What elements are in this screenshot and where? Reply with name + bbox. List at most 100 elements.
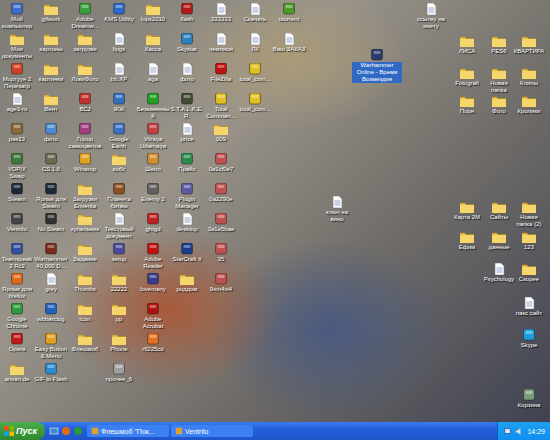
desktop-icon[interactable]: Флешмоб <box>68 332 102 362</box>
desktop-icon[interactable]: Google Earth <box>102 122 136 152</box>
desktop-icon[interactable]: 009 <box>204 122 238 152</box>
desktop-icon[interactable]: total_com... <box>238 62 272 92</box>
desktop-icon[interactable]: данные <box>482 230 516 260</box>
desktop-icon[interactable]: Скорее <box>512 262 546 292</box>
desktop-icon[interactable]: 22222 <box>102 272 136 302</box>
desktop-icon[interactable]: Сайты <box>482 200 516 230</box>
desktop-icon[interactable]: setup <box>102 242 136 272</box>
desktop-icon[interactable]: CS 1.6 <box>34 152 68 182</box>
desktop-icon[interactable]: фото <box>34 122 68 152</box>
desktop-icon[interactable]: desktop <box>170 212 204 242</box>
desktop-icon[interactable]: Новая папка (2) <box>512 200 546 230</box>
desktop-icon[interactable]: Задание <box>68 242 102 272</box>
desktop-icon[interactable]: Adobe Reader <box>136 242 170 272</box>
desktop-icon[interactable]: Ярлык для Steam <box>34 182 68 212</box>
desktop-icon[interactable]: Phone <box>102 332 136 362</box>
desktop-icon[interactable]: Мой компьютер <box>0 2 34 32</box>
desktop-icon[interactable]: Загрузки Enventa <box>68 182 102 212</box>
desktop-icon[interactable]: Прайс <box>170 152 204 182</box>
desktop-icon[interactable]: Ваш ЗАКАЗ <box>272 32 306 62</box>
desktop-icon[interactable]: rfl225cd <box>136 332 170 362</box>
desktop-icon[interactable]: ссылку на инету <box>414 2 448 32</box>
desktop-icon[interactable]: Winamp <box>68 152 102 182</box>
desktop-icon[interactable]: пакс сайт <box>512 296 546 326</box>
desktop-icon[interactable]: VDPIX Swap <box>0 152 34 182</box>
desktop-icon[interactable]: S.T.A.L.K.E.R. <box>170 92 204 122</box>
desktop-icon[interactable]: кобс <box>102 152 136 182</box>
desktop-icon[interactable]: pp <box>102 302 136 332</box>
desktop-icon[interactable]: купальник <box>68 212 102 242</box>
desktop-icon[interactable]: PES6 <box>482 34 516 64</box>
desktop-icon[interactable]: картоны <box>34 32 68 62</box>
desktop-icon[interactable]: Fotografi <box>450 66 484 96</box>
desktop-icon[interactable]: KMS Utility <box>102 2 136 32</box>
desktop-icon[interactable]: роддом <box>170 272 204 302</box>
desktop-icon[interactable]: 333333 <box>204 2 238 32</box>
desktop-icon[interactable]: total_com... <box>238 92 272 122</box>
desktop-icon[interactable]: Plugin Manager <box>170 182 204 212</box>
desktop-icon[interactable]: Adobe Dreamw... <box>68 2 102 32</box>
desktop-icon[interactable]: age3-ru <box>0 92 34 122</box>
desktop-icon[interactable]: Warhammer 40,000 D... <box>34 242 68 272</box>
desktop-icon[interactable]: Steam <box>0 182 34 212</box>
desktop-icon[interactable]: No Steam <box>34 212 68 242</box>
desktop-icon[interactable]: Вент <box>34 92 68 122</box>
desktop-icon[interactable]: ЖЖ <box>102 92 136 122</box>
network-icon[interactable] <box>503 427 512 436</box>
desktop-icon[interactable]: Thumbs <box>68 272 102 302</box>
desktop-icon[interactable]: FileZilla <box>204 62 238 92</box>
desktop-icon[interactable]: Total Comman... <box>204 92 238 122</box>
desktop-icon[interactable]: Ventrilo <box>0 212 34 242</box>
desktop-icon[interactable]: lovemany <box>136 272 170 302</box>
desktop-icon[interactable]: lipgs <box>102 32 136 62</box>
desktop-icon[interactable]: ЛК <box>238 32 272 62</box>
desktop-icon[interactable]: загрузки <box>68 32 102 62</box>
desktop-icon[interactable]: Google Chrome <box>0 302 34 332</box>
desktop-icon[interactable]: bb.XP <box>102 62 136 92</box>
desktop-icon[interactable]: Easy Button & Menu <box>34 332 68 362</box>
desktop-icon[interactable]: ghtgd <box>136 212 170 242</box>
volume-icon[interactable] <box>515 427 524 436</box>
desktop-icon[interactable]: чемпион <box>204 32 238 62</box>
desktop-icon[interactable]: Enemy 2 <box>136 182 170 212</box>
desktop-icon[interactable]: ЛИСА <box>450 34 484 64</box>
desktop-icon[interactable]: pas13 <box>0 122 34 152</box>
desktop-icon[interactable]: Фото <box>482 94 516 124</box>
desktop-icon[interactable]: Безымянный <box>136 92 170 122</box>
desktop-icon[interactable]: Мои документы <box>0 32 34 62</box>
desktop-icon[interactable]: Карта 2М <box>450 200 484 230</box>
desktop-icon[interactable]: картинки <box>34 62 68 92</box>
desktop-icon[interactable]: price <box>170 122 204 152</box>
desktop-icon[interactable]: anvan.de <box>0 362 34 392</box>
desktop-icon[interactable]: 3a1e5bae <box>204 212 238 242</box>
desktop-icon[interactable]: Ефим <box>450 230 484 260</box>
desktop-icon[interactable]: StarCraft II <box>170 242 204 272</box>
desktop-icon[interactable]: Касса <box>136 32 170 62</box>
desktop-icon[interactable]: Vitraya Udarnaya <box>136 122 170 152</box>
desktop-icon[interactable]: Город самоцветов <box>68 122 102 152</box>
desktop-icon[interactable]: wbbarclog <box>34 302 68 332</box>
desktop-shortcut-icon[interactable] <box>49 426 59 436</box>
desktop-icon[interactable]: Кролики <box>512 94 546 124</box>
desktop-icon[interactable]: ВСJ <box>68 92 102 122</box>
desktop-icon[interactable]: 9sm4xi4 <box>204 272 238 302</box>
desktop-icon[interactable]: Скачать <box>238 2 272 32</box>
task-button[interactable]: Флешмоб "Пок... <box>87 425 169 437</box>
desktop-icon[interactable]: ключ на вино <box>320 195 354 225</box>
desktop-icon[interactable]: Warhammer Online - Время Возмездия <box>352 48 402 83</box>
desktop-icon[interactable]: ЛокиФото <box>68 62 102 92</box>
desktop-icon[interactable]: Порн <box>450 94 484 124</box>
desktop-icon[interactable]: фото <box>170 62 204 92</box>
desktop-icon[interactable]: Adobe Acrobat <box>136 302 170 332</box>
player-icon[interactable] <box>73 426 83 436</box>
task-button[interactable]: Ventrilo <box>171 425 253 437</box>
desktop-icon[interactable]: Skype <box>512 328 546 358</box>
desktop-icon[interactable]: 123 <box>512 230 546 260</box>
desktop-icon[interactable]: grey <box>34 272 68 302</box>
desktop-icon[interactable]: Мортуун 2 Перезагр <box>0 62 34 92</box>
desktop-icon[interactable]: 0a2290e <box>204 182 238 212</box>
desktop-icon[interactable]: lops2010 <box>136 2 170 32</box>
desktop-icon[interactable]: Skystar <box>170 32 204 62</box>
desktop-icon[interactable]: Текстовый документ <box>102 212 136 242</box>
desktop-icon[interactable]: Планета битвы <box>102 182 136 212</box>
